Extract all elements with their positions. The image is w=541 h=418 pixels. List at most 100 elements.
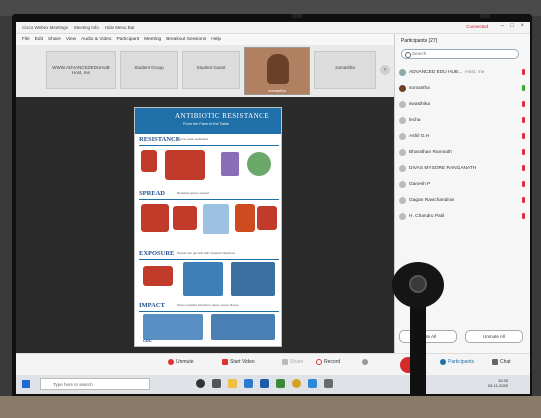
poster-subtitle: From the Farm to the Table (183, 122, 229, 126)
patient-illustration (211, 314, 275, 340)
title-bar: Cisco Webex Meetings Meeting Info Hide M… (16, 22, 530, 34)
mic-muted-icon[interactable] (522, 165, 525, 171)
more-options-button[interactable] (362, 359, 368, 365)
file-explorer-icon[interactable] (228, 379, 237, 388)
participant-row[interactable]: H. Chandru Patil (399, 210, 527, 222)
maximize-button[interactable]: □ (510, 23, 514, 29)
close-button[interactable]: × (520, 23, 524, 29)
participant-row[interactable]: somastha (399, 82, 527, 94)
store-icon[interactable] (244, 379, 253, 388)
section-title: RESISTANCE (139, 136, 181, 143)
start-video-label: Start Video (230, 359, 255, 365)
participant-row[interactable]: lecha (399, 114, 527, 126)
participant-row[interactable]: ADVANCED EDU HUB... Host, me (399, 66, 527, 78)
poster-section: SPREAD Resistant germs spread (139, 190, 279, 248)
webex-icon[interactable] (308, 379, 317, 388)
mute-all-button[interactable]: Mute All (399, 330, 457, 343)
strip-next-button[interactable]: › (380, 65, 390, 75)
task-view-icon[interactable] (212, 379, 221, 388)
menu-breakout-sessions[interactable]: Breakout Sessions (166, 37, 206, 42)
participants-label: Participants (448, 359, 475, 365)
menu-audio-video[interactable]: Audio & Video (81, 37, 111, 42)
avatar (399, 148, 406, 156)
bezel-sensor-right (480, 14, 490, 18)
hospital-illustration (143, 314, 203, 340)
water-illustration (203, 204, 229, 234)
tile-sub: Host, me (71, 70, 90, 75)
unmute-button[interactable]: Unmute (168, 359, 194, 365)
avatar (399, 84, 406, 92)
mic-muted-icon[interactable] (522, 133, 525, 139)
menu-help[interactable]: Help (211, 37, 221, 42)
unmute-label: Unmute (176, 359, 194, 365)
participant-name: ADVANCED EDU HUB... (409, 69, 463, 75)
mic-muted-icon[interactable] (522, 69, 525, 75)
section-desc: Resistant germs spread (177, 191, 209, 195)
share-button[interactable]: Share (282, 359, 303, 365)
chrome-icon[interactable] (292, 379, 301, 388)
webcam-device (392, 262, 444, 308)
windows-taskbar: Type here to search 10:33 03-11-2020 (16, 375, 530, 394)
share-icon (282, 359, 288, 365)
mic-muted-icon[interactable] (522, 117, 525, 123)
participant-row[interactable]: Bharathan Ramnath (399, 146, 527, 158)
tile-name: somastha (268, 88, 286, 93)
participant-row[interactable]: Gagan Ravichandran (399, 194, 527, 206)
taskbar-search-input[interactable]: Type here to search (40, 378, 150, 390)
video-tile[interactable]: Student Group (120, 51, 178, 89)
meeting-info-tab[interactable]: Meeting Info (74, 25, 99, 30)
minimize-button[interactable]: – (501, 23, 504, 29)
word-icon[interactable] (260, 379, 269, 388)
active-video-tile[interactable]: somastha (244, 47, 310, 95)
menu-edit[interactable]: Edit (35, 37, 43, 42)
section-desc: Some resistant infections cause severe i… (177, 303, 239, 307)
video-tile[interactable]: Student Guest (182, 51, 240, 89)
section-divider (139, 311, 279, 312)
app-icon[interactable] (324, 379, 333, 388)
avatar (399, 68, 406, 76)
app-title: Cisco Webex Meetings (22, 25, 68, 30)
record-button[interactable]: Record (316, 359, 340, 365)
cow-illustration (165, 150, 205, 180)
mic-muted-icon[interactable] (522, 101, 525, 107)
participant-row[interactable]: DIVAS MYSORE RANGANATH (399, 162, 527, 174)
video-tile[interactable]: somastha (314, 51, 376, 89)
avatar (399, 212, 406, 220)
search-placeholder: Search (412, 51, 427, 56)
mic-muted-icon[interactable] (522, 149, 525, 155)
participants-button[interactable]: Participants (440, 359, 474, 365)
mic-muted-icon[interactable] (522, 197, 525, 203)
participant-row[interactable]: Ganesh P (399, 178, 527, 190)
participant-row[interactable]: swasthika (399, 98, 527, 110)
cortana-icon[interactable] (196, 379, 205, 388)
hide-menu-bar-tab[interactable]: Hide Menu Bar (105, 25, 135, 30)
search-icon (405, 52, 411, 58)
start-video-button[interactable]: Start Video (222, 359, 255, 365)
mic-on-icon[interactable] (522, 85, 525, 91)
menu-bar: File Edit Share View Audio & Video Parti… (16, 34, 394, 45)
unmute-all-button[interactable]: Unmute All (465, 330, 523, 343)
mic-muted-icon[interactable] (522, 181, 525, 187)
system-clock[interactable]: 10:33 03-11-2020 (488, 378, 508, 388)
chat-button[interactable]: Chat (492, 359, 511, 365)
menu-share[interactable]: Share (48, 37, 61, 42)
participant-row[interactable]: Ashil G.H (399, 130, 527, 142)
menu-participant[interactable]: Participant (116, 37, 139, 42)
section-desc: Germs resist antibiotics (177, 137, 209, 141)
webcam-lens (409, 275, 427, 293)
record-label: Record (324, 359, 341, 365)
participant-search-input[interactable]: Search (401, 49, 519, 59)
section-divider (139, 259, 279, 260)
menu-file[interactable]: File (22, 37, 30, 42)
mic-muted-icon[interactable] (522, 213, 525, 219)
shared-content-area: ANTIBIOTIC RESISTANCE From the Farm to t… (16, 97, 394, 353)
participant-name: Ganesh P (409, 181, 431, 187)
app-icon[interactable] (276, 379, 285, 388)
video-tile[interactable]: WWW.ADVANCEDEDUHUB Host, me (46, 51, 116, 89)
menu-meeting[interactable]: Meeting (144, 37, 161, 42)
menu-view[interactable]: View (66, 37, 76, 42)
participant-name: Gagan Ravichandran (409, 197, 455, 203)
shared-poster: ANTIBIOTIC RESISTANCE From the Farm to t… (134, 107, 282, 347)
windows-start-icon[interactable] (22, 380, 30, 388)
germ-illustration (247, 152, 271, 176)
